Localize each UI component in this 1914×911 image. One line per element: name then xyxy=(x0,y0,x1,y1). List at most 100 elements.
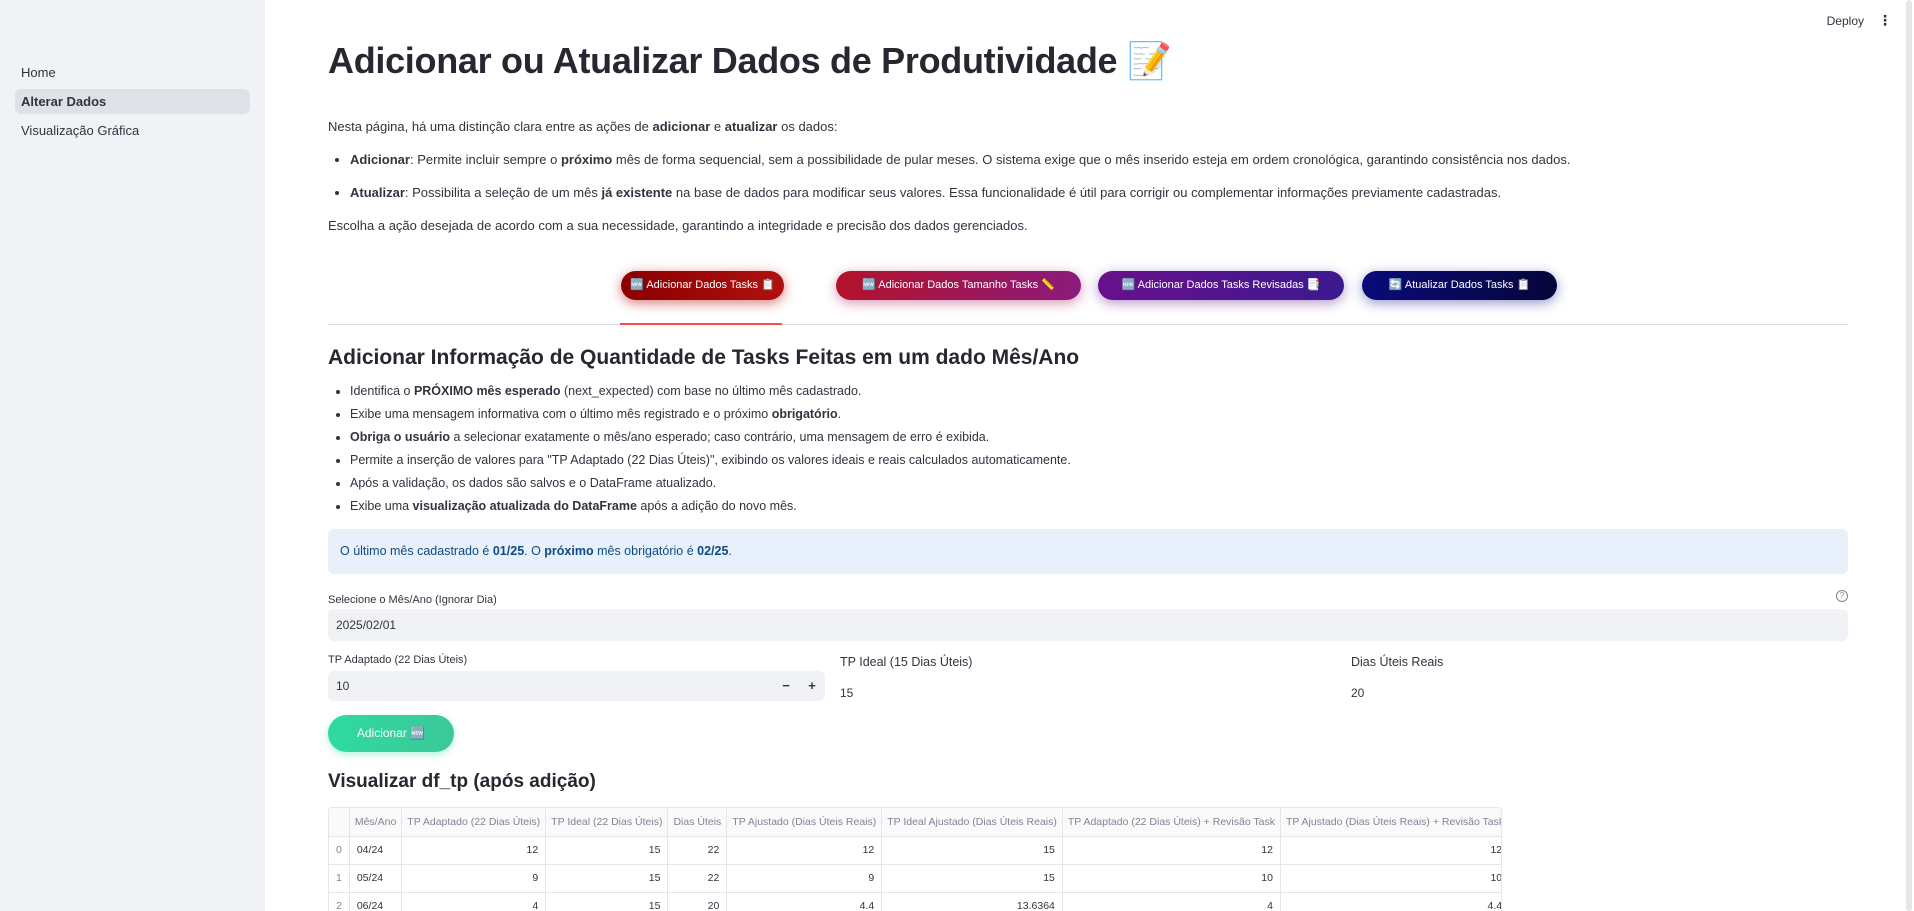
table-cell[interactable]: 2 xyxy=(329,892,350,911)
date-field-header: Selecione o Mês/Ano (Ignorar Dia) ? xyxy=(328,590,1848,606)
active-tab-indicator xyxy=(620,323,782,325)
date-input[interactable]: 2025/02/01 xyxy=(328,609,1848,641)
scrollbar[interactable] xyxy=(1906,0,1912,911)
table-row: 2 06/24 4 15 20 4.4 13.6364 4 4.4 xyxy=(329,892,1501,911)
bullet2-pre: : Possibilita a seleção de um mês xyxy=(404,185,602,200)
dataframe[interactable]: Mês/Ano TP Adaptado (22 Dias Úteis) TP I… xyxy=(328,807,1502,911)
tab-atualizar-dados-tasks[interactable]: 🔄 Atualizar Dados Tasks 📋 xyxy=(1362,271,1557,300)
f6-pre: Exibe uma xyxy=(350,499,413,513)
sidebar: Home Alterar Dados Visualização Gráfica xyxy=(0,0,265,911)
info-mid: . O xyxy=(524,544,545,558)
tp-adaptado-label: TP Adaptado (22 Dias Úteis) xyxy=(328,654,468,666)
table-cell[interactable]: 0 xyxy=(329,836,350,865)
feature-item: Após a validação, os dados são salvos e … xyxy=(350,475,1848,491)
table-cell[interactable]: 06/24 xyxy=(349,892,403,911)
main-menu-icon[interactable]: ⋮ xyxy=(1878,12,1892,29)
table-cell[interactable]: 22 xyxy=(667,864,728,893)
table-header-row: Mês/Ano TP Adaptado (22 Dias Úteis) TP I… xyxy=(329,808,1501,837)
tab-adicionar-dados-tasks-revisadas[interactable]: 🆕 Adicionar Dados Tasks Revisadas 📑 xyxy=(1098,271,1344,300)
table-cell[interactable]: 9 xyxy=(726,864,883,893)
data-table: Mês/Ano TP Adaptado (22 Dias Úteis) TP I… xyxy=(329,808,1501,911)
table-cell[interactable]: 04/24 xyxy=(349,836,403,865)
date-label: Selecione o Mês/Ano (Ignorar Dia) xyxy=(328,594,497,606)
bullet2-bold2: já existente xyxy=(601,185,673,200)
column-header[interactable] xyxy=(329,808,350,837)
column-header[interactable]: TP Ideal Ajustado (Dias Úteis Reais) xyxy=(881,808,1063,837)
tp-adaptado-input[interactable]: 10 − + xyxy=(328,671,825,701)
sidebar-item-home[interactable]: Home xyxy=(15,60,250,85)
intro-pre: Nesta página, há uma distinção clara ent… xyxy=(328,119,653,134)
add-button[interactable]: Adicionar 🆕 xyxy=(328,715,454,752)
table-cell[interactable]: 4 xyxy=(401,892,547,911)
f2-pre: Exibe uma mensagem informativa com o últ… xyxy=(350,407,772,421)
f3-bold: Obriga o usuário xyxy=(350,430,451,444)
intro-bullet-atualizar: Atualizar: Possibilita a seleção de um m… xyxy=(350,184,1848,202)
tab-adicionar-dados-tasks[interactable]: 🆕 Adicionar Dados Tasks 📋 xyxy=(621,271,784,300)
intro-post: os dados: xyxy=(777,119,838,134)
table-cell[interactable]: 9 xyxy=(401,864,547,893)
feature-list: Identifica o PRÓXIMO mês esperado (next_… xyxy=(350,383,1848,514)
sidebar-item-visualizacao-grafica[interactable]: Visualização Gráfica xyxy=(15,118,250,143)
info-mid2: mês obrigatório é xyxy=(593,544,698,558)
info-pre: O último mês cadastrado é xyxy=(340,544,493,558)
table-cell[interactable]: 15 xyxy=(545,864,669,893)
column-header[interactable]: TP Adaptado (22 Dias Úteis) + Revisão Ta… xyxy=(1062,808,1281,837)
bullet1-bold2: próximo xyxy=(560,152,613,167)
table-cell[interactable]: 15 xyxy=(881,836,1063,865)
f1-pre: Identifica o xyxy=(350,384,414,398)
feature-item: Exibe uma mensagem informativa com o últ… xyxy=(350,406,1848,422)
feature-item: Exibe uma visualização atualizada do Dat… xyxy=(350,498,1848,514)
column-header[interactable]: Dias Úteis xyxy=(667,808,728,837)
table-cell[interactable]: 12 xyxy=(1062,836,1281,865)
table-cell[interactable]: 15 xyxy=(545,892,669,911)
column-header[interactable]: TP Adaptado (22 Dias Úteis) xyxy=(401,808,547,837)
table-cell[interactable]: 10 xyxy=(1280,864,1501,893)
feature-item: Permite a inserção de valores para "TP A… xyxy=(350,452,1848,468)
info-next-month: 02/25 xyxy=(697,544,729,558)
table-cell[interactable]: 13.6364 xyxy=(881,892,1063,911)
table-cell[interactable]: 12 xyxy=(401,836,547,865)
dias-uteis-metric: Dias Úteis Reais 20 xyxy=(1351,654,1848,700)
column-header[interactable]: TP Ideal (22 Dias Úteis) xyxy=(545,808,669,837)
tp-ideal-value: 15 xyxy=(840,686,854,700)
f1-post: (next_expected) com base no último mês c… xyxy=(560,384,862,398)
info-proximo: próximo xyxy=(544,544,594,558)
table-cell[interactable]: 1 xyxy=(329,864,350,893)
table-cell[interactable]: 05/24 xyxy=(349,864,403,893)
table-cell[interactable]: 10 xyxy=(1062,864,1281,893)
column-header[interactable]: Mês/Ano xyxy=(349,808,403,837)
feature-item: Identifica o PRÓXIMO mês esperado (next_… xyxy=(350,383,1848,399)
help-icon[interactable]: ? xyxy=(1836,590,1848,602)
table-cell[interactable]: 22 xyxy=(667,836,728,865)
feature-item: Obriga o usuário a selecionar exatamente… xyxy=(350,429,1848,445)
decrement-button[interactable]: − xyxy=(773,671,799,701)
tab-adicionar-dados-tamanho-tasks[interactable]: 🆕 Adicionar Dados Tamanho Tasks 📏 xyxy=(836,271,1081,300)
form-row: TP Adaptado (22 Dias Úteis) 10 − + TP Id… xyxy=(328,654,1848,712)
table-cell[interactable]: 4.4 xyxy=(726,892,883,911)
table-cell[interactable]: 12 xyxy=(726,836,883,865)
table-cell[interactable]: 4.4 xyxy=(1280,892,1501,911)
table-cell[interactable]: 15 xyxy=(881,864,1063,893)
increment-button[interactable]: + xyxy=(799,671,825,701)
section-title: Adicionar Informação de Quantidade de Ta… xyxy=(328,346,1080,369)
table-cell[interactable]: 4 xyxy=(1062,892,1281,911)
sidebar-item-alterar-dados[interactable]: Alterar Dados xyxy=(15,89,250,114)
f6-post: após a adição do novo mês. xyxy=(636,499,797,513)
tab-bar: 🆕 Adicionar Dados Tasks 📋 🆕 Adicionar Da… xyxy=(328,269,1848,325)
f3-post: a selecionar exatamente o mês/ano espera… xyxy=(450,430,990,444)
table-row: 1 05/24 9 15 22 9 15 10 10 xyxy=(329,864,1501,893)
table-title: Visualizar df_tp (após adição) xyxy=(328,771,596,792)
table-cell[interactable]: 20 xyxy=(667,892,728,911)
bullet2-bold: Atualizar xyxy=(350,185,405,200)
table-cell[interactable]: 12 xyxy=(1280,836,1501,865)
intro-list: Adicionar: Permite incluir sempre o próx… xyxy=(350,151,1848,202)
column-header[interactable]: TP Ajustado (Dias Úteis Reais) + Revisão… xyxy=(1280,808,1501,837)
column-header[interactable]: TP Ajustado (Dias Úteis Reais) xyxy=(726,808,883,837)
tp-adaptado-value[interactable]: 10 xyxy=(336,679,349,693)
bullet1-post: mês de forma sequencial, sem a possibili… xyxy=(612,152,1571,167)
f2-post: . xyxy=(837,407,842,421)
f1-bold: PRÓXIMO mês esperado xyxy=(413,384,561,398)
intro-bold-atualizar: atualizar xyxy=(724,119,778,134)
table-cell[interactable]: 15 xyxy=(545,836,669,865)
intro-bullet-adicionar: Adicionar: Permite incluir sempre o próx… xyxy=(350,151,1848,169)
